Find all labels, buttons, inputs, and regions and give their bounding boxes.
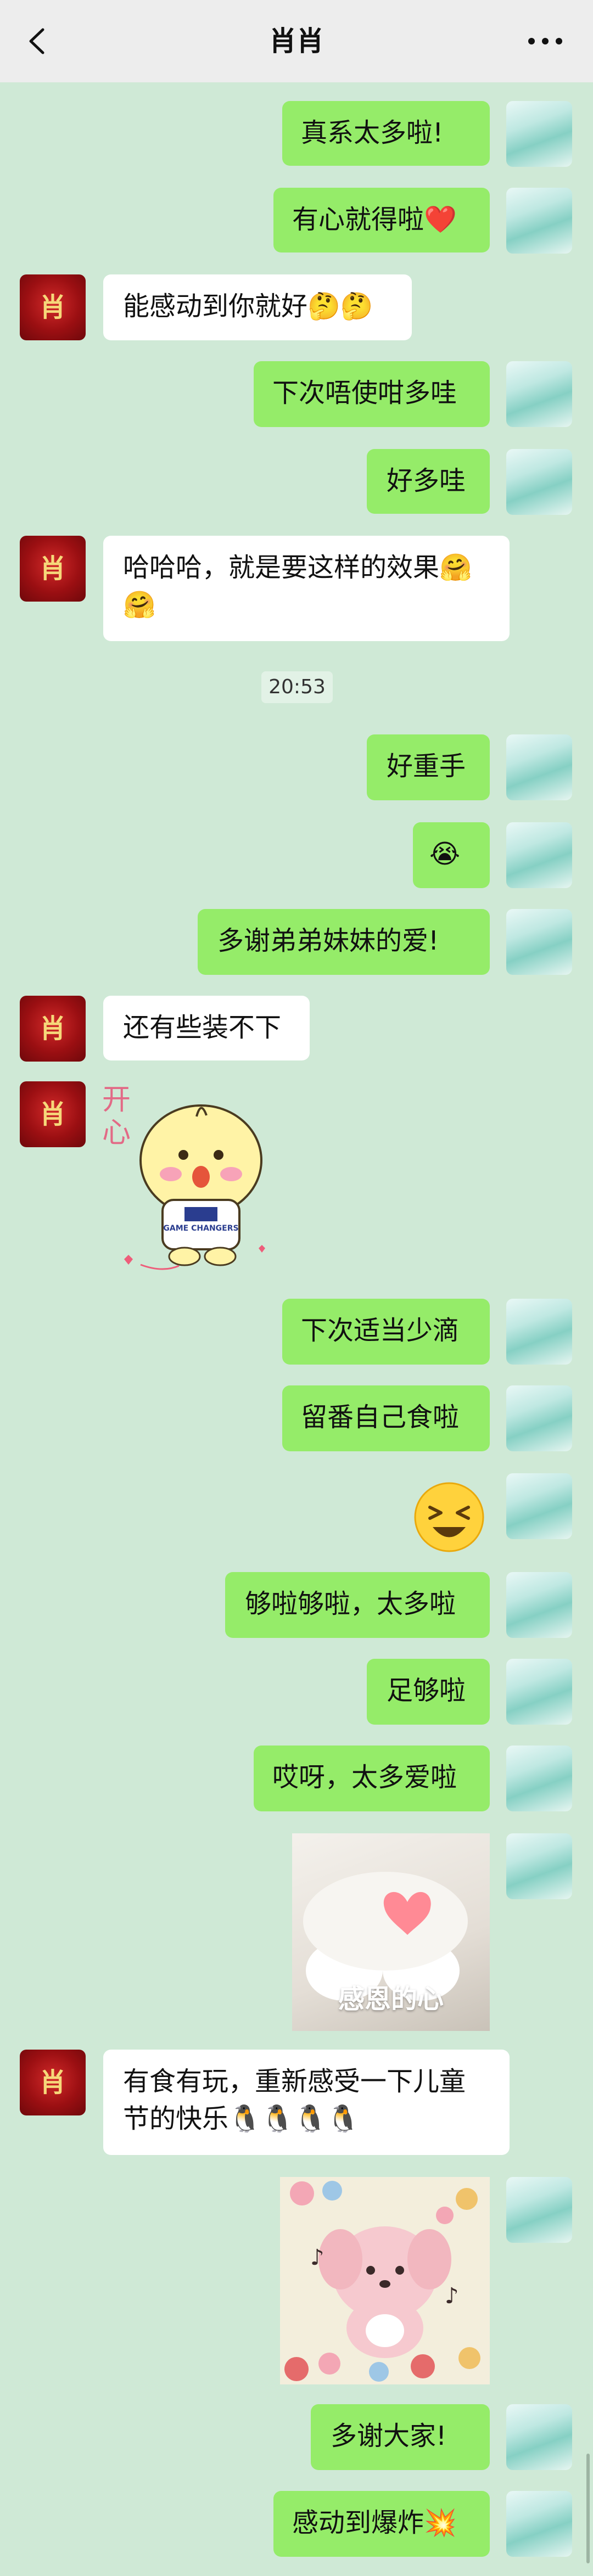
avatar-self[interactable] — [506, 188, 572, 254]
shirt-text: GAME CHANGERS — [163, 1224, 238, 1233]
message-bubble-in[interactable]: 有食有玩，重新感受一下儿童 节的快乐🐧🐧🐧🐧 — [103, 2050, 510, 2155]
avatar-self[interactable] — [506, 101, 572, 167]
avatar-self[interactable] — [506, 822, 572, 888]
avatar-self[interactable] — [506, 1572, 572, 1638]
avatar-self[interactable] — [506, 449, 572, 515]
dog-flowers-image[interactable]: ♪ ♪ — [280, 2177, 490, 2384]
avatar-self[interactable] — [506, 1299, 572, 1365]
avatar-self[interactable] — [506, 2177, 572, 2243]
message-bubble-out[interactable]: 😭 — [413, 822, 490, 888]
avatar-self[interactable] — [506, 361, 572, 427]
svg-text:♪: ♪ — [445, 2283, 459, 2309]
avatar-self[interactable] — [506, 909, 572, 975]
message-bubble-out[interactable]: 足够啦 — [367, 1659, 490, 1725]
avatar-contact[interactable]: 肖 — [20, 536, 86, 602]
avatar-self[interactable] — [506, 1746, 572, 1811]
avatar-self[interactable] — [506, 1385, 572, 1451]
avatar-contact[interactable]: 肖 — [20, 274, 86, 340]
avatar-contact[interactable]: 肖 — [20, 1081, 86, 1147]
avatar-self[interactable] — [506, 2491, 572, 2557]
message-bubble-out[interactable]: 多谢弟弟妹妹的爱! — [198, 909, 490, 975]
message-bubble-out[interactable]: 留番自己食啦 — [282, 1385, 490, 1451]
message-bubble-out[interactable]: 真系太多啦! — [282, 101, 490, 166]
message-bubble-in[interactable]: 能感动到你就好🤔🤔 — [103, 274, 412, 340]
message-bubble-out[interactable]: 感动到爆炸💥 — [273, 2491, 490, 2557]
message-bubble-out[interactable]: 下次适当少滴 — [282, 1299, 490, 1365]
message-bubble-out[interactable]: 好多哇 — [367, 449, 490, 514]
message-bubble-out[interactable]: 够啦够啦，太多啦 — [225, 1572, 490, 1638]
message-bubble-in[interactable]: 还有些装不下 — [103, 996, 310, 1060]
chat-title: 肖肖 — [269, 25, 324, 57]
message-bubble-out[interactable]: 哎呀，太多爱啦 — [254, 1746, 490, 1811]
avatar-self[interactable] — [506, 2404, 572, 2470]
avatar-contact[interactable]: 肖 — [20, 996, 86, 1062]
avatar-self[interactable] — [506, 1659, 572, 1725]
avatar-contact[interactable]: 肖 — [20, 2050, 86, 2115]
message-bubble-out[interactable]: 好重手 — [367, 734, 490, 800]
message-bubble-out[interactable]: 下次唔使咁多哇 — [254, 361, 490, 427]
chat-header: 肖肖 — [0, 0, 593, 82]
avatar-self[interactable] — [506, 734, 572, 800]
avatar-self[interactable] — [506, 1473, 572, 1539]
image-caption: 感恩的心 — [338, 1984, 444, 2014]
grateful-heart-image[interactable]: 感恩的心 — [292, 1833, 490, 2031]
message-bubble-in[interactable]: 哈哈哈，就是要这样的效果🤗 🤗 — [103, 536, 510, 641]
message-bubble-out[interactable]: 有心就得啦❤️ — [273, 188, 490, 252]
chick-sticker[interactable]: 开心 GAME CHANGERS — [102, 1084, 283, 1281]
message-bubble-out[interactable]: 多谢大家! — [311, 2404, 490, 2470]
laughing-emoji[interactable] — [411, 1479, 488, 1556]
more-dots-icon[interactable] — [526, 27, 564, 55]
scrollbar[interactable] — [586, 2454, 590, 2563]
timestamp: 20:53 — [261, 671, 333, 703]
avatar-self[interactable] — [506, 1833, 572, 1899]
svg-text:♪: ♪ — [310, 2245, 325, 2270]
